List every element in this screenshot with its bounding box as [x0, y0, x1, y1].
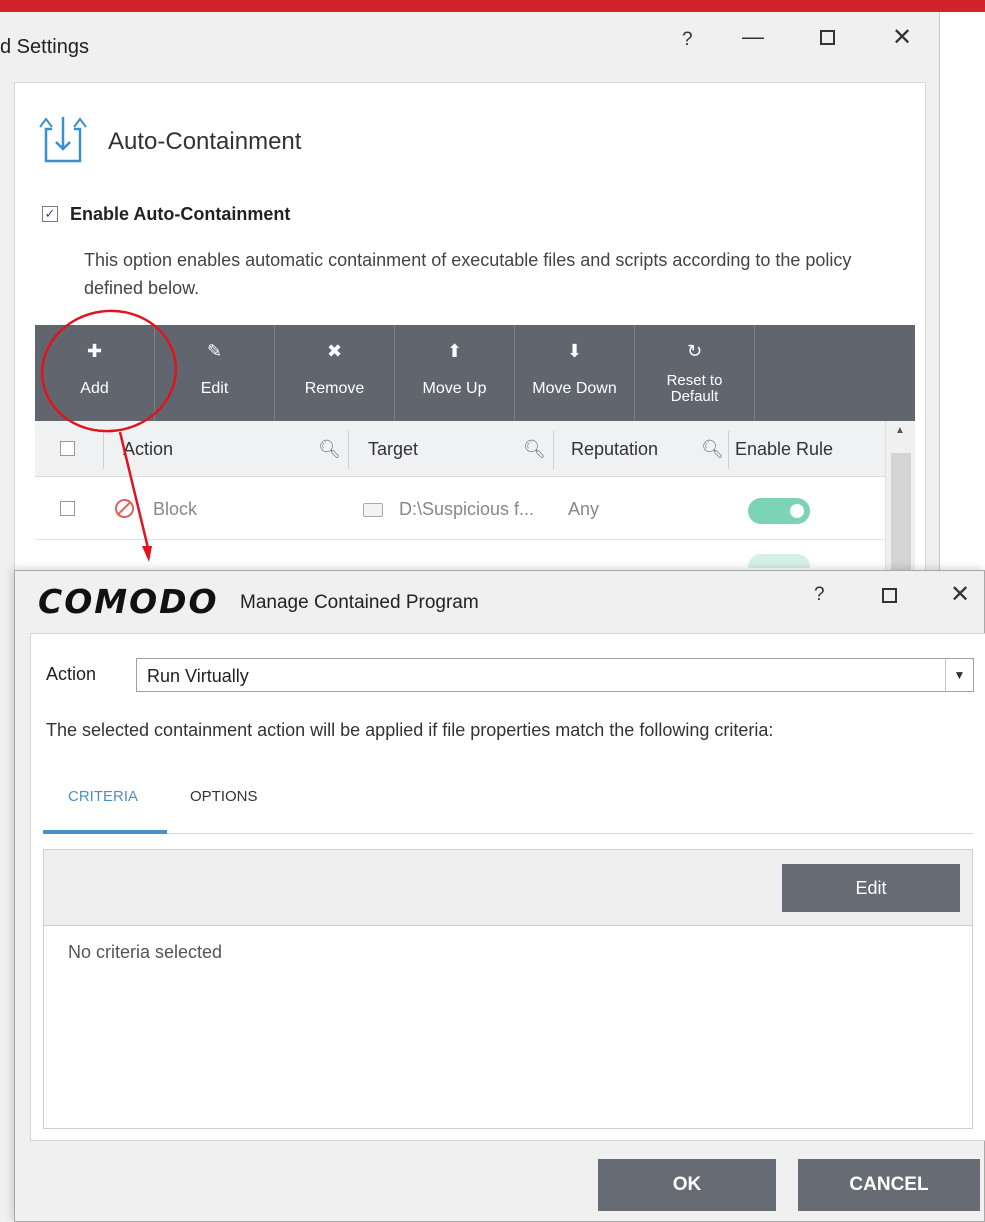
column-divider [348, 431, 349, 469]
reset-to-default-button[interactable]: ↻ Reset to Default [635, 325, 755, 421]
column-divider [103, 431, 104, 469]
arrow-up-icon: ⬆ [446, 341, 463, 361]
tab-options[interactable]: OPTIONS [190, 788, 258, 805]
help-button[interactable]: ? [814, 585, 825, 604]
search-icon[interactable]: 🔍︎ [318, 421, 341, 477]
search-icon[interactable]: 🔍︎ [523, 421, 546, 477]
row-reputation: Any [568, 499, 600, 519]
edit-label: Edit [200, 380, 229, 397]
x-icon: ✖ [326, 341, 343, 361]
close-button[interactable]: ✕ [950, 583, 970, 607]
row-action: Block [153, 499, 198, 519]
criteria-header: Edit [44, 850, 972, 926]
remove-button[interactable]: ✖ Remove [275, 325, 395, 421]
table-row[interactable]: Block D:\Suspicious f... Any [35, 478, 885, 540]
plus-icon: ✚ [86, 341, 103, 361]
rules-table-header: Action 🔍︎ Target 🔍︎ Reputation 🔍︎ Enable… [35, 421, 885, 477]
move-down-label: Move Down [532, 380, 617, 397]
row-target: D:\Suspicious f... [399, 499, 535, 519]
column-header-reputation[interactable]: Reputation [571, 421, 658, 477]
table-scrollbar[interactable]: ▲ [885, 421, 915, 571]
add-button[interactable]: ✚ Add [35, 325, 155, 421]
criteria-description: The selected containment action will be … [46, 720, 774, 740]
tab-criteria[interactable]: CRITERIA [68, 788, 138, 805]
ok-button[interactable]: OK [598, 1159, 776, 1211]
select-all-checkbox[interactable] [60, 441, 75, 456]
row-checkbox[interactable] [60, 501, 75, 516]
description-text: This option enables automatic containmen… [84, 250, 852, 298]
enable-rule-toggle[interactable] [748, 498, 810, 524]
column-header-action[interactable]: Action [123, 421, 173, 477]
column-divider [728, 431, 729, 469]
app-header-strip [0, 0, 985, 12]
add-label: Add [80, 380, 109, 397]
enable-rule-toggle[interactable] [748, 554, 810, 568]
reset-label-line1: Reset to [666, 372, 723, 389]
edit-criteria-button[interactable]: Edit [782, 864, 960, 912]
column-divider [553, 431, 554, 469]
move-down-button[interactable]: ⬇ Move Down [515, 325, 635, 421]
cancel-button[interactable]: CANCEL [798, 1159, 980, 1211]
enable-auto-containment-label: Enable Auto-Containment [70, 204, 291, 224]
empty-criteria-text: No criteria selected [68, 942, 223, 962]
search-icon[interactable]: 🔍︎ [701, 421, 724, 477]
window-title: d Settings [0, 36, 89, 58]
scroll-up-icon[interactable]: ▲ [895, 425, 905, 436]
action-label: Action [46, 664, 97, 684]
maximize-button[interactable] [882, 588, 897, 603]
folder-icon [363, 503, 383, 517]
maximize-button[interactable] [820, 30, 835, 45]
active-tab-indicator [43, 830, 167, 834]
comodo-logo: COMODO [38, 582, 219, 621]
close-button[interactable]: ✕ [892, 26, 912, 50]
column-header-enable-rule[interactable]: Enable Rule [735, 421, 833, 477]
arrow-down-icon: ⬇ [566, 341, 583, 361]
action-select[interactable]: Run Virtually ▼ [136, 658, 974, 692]
tab-divider [43, 833, 973, 834]
rules-toolbar: ✚ Add ✎ Edit ✖ Remove ⬆ Move Up ⬇ Move D… [35, 325, 915, 421]
remove-label: Remove [304, 380, 365, 397]
pencil-icon: ✎ [206, 341, 223, 361]
scrollbar-thumb[interactable] [891, 453, 911, 571]
reset-label-line2: Default [670, 388, 719, 405]
action-select-value: Run Virtually [147, 666, 249, 686]
column-header-target[interactable]: Target [368, 421, 418, 477]
reset-icon: ↻ [686, 341, 703, 361]
chevron-down-icon[interactable]: ▼ [945, 659, 973, 691]
dialog-title: Manage Contained Program [240, 592, 479, 613]
edit-rule-button[interactable]: ✎ Edit [155, 325, 275, 421]
auto-containment-icon [39, 117, 87, 163]
minimize-button[interactable]: — [742, 26, 764, 48]
enable-auto-containment-checkbox[interactable]: ✓ [42, 206, 58, 222]
move-up-label: Move Up [422, 380, 487, 397]
help-button[interactable]: ? [682, 30, 693, 49]
move-up-button[interactable]: ⬆ Move Up [395, 325, 515, 421]
section-title: Auto-Containment [108, 128, 302, 155]
criteria-panel: Edit No criteria selected [43, 849, 973, 1129]
block-icon [115, 499, 134, 518]
